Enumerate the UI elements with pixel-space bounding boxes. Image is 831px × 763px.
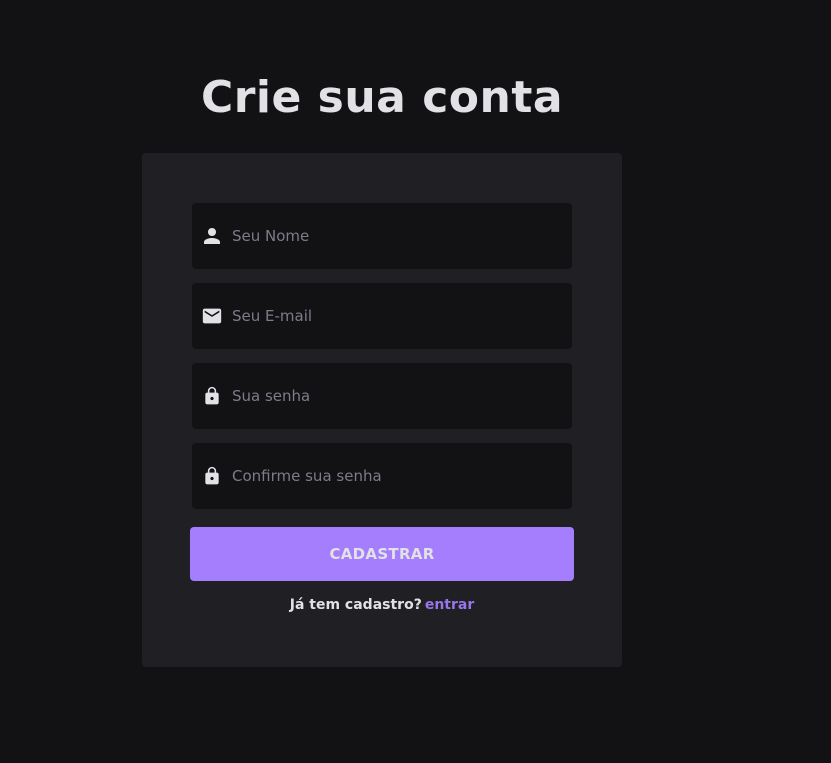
page-title: Crie sua conta bbox=[200, 72, 564, 123]
name-input[interactable] bbox=[232, 203, 572, 269]
person-icon bbox=[201, 225, 223, 247]
register-button[interactable]: CADASTRAR bbox=[190, 527, 574, 581]
lock-icon bbox=[201, 385, 223, 407]
login-prompt: Já tem cadastro? entrar bbox=[142, 597, 622, 613]
login-link[interactable]: entrar bbox=[425, 597, 474, 613]
password-input[interactable] bbox=[232, 363, 572, 429]
email-input[interactable] bbox=[232, 283, 572, 349]
confirm-password-field[interactable] bbox=[192, 443, 572, 509]
lock-icon bbox=[201, 465, 223, 487]
signup-card: CADASTRAR Já tem cadastro?entrar bbox=[142, 153, 622, 667]
email-field[interactable] bbox=[192, 283, 572, 349]
mail-icon bbox=[201, 305, 223, 327]
password-field[interactable] bbox=[192, 363, 572, 429]
login-question: Já tem cadastro? bbox=[289, 597, 422, 613]
confirm-password-input[interactable] bbox=[232, 443, 572, 509]
name-field[interactable] bbox=[192, 203, 572, 269]
signup-page: Crie sua conta CADASTRAR bbox=[0, 0, 831, 763]
